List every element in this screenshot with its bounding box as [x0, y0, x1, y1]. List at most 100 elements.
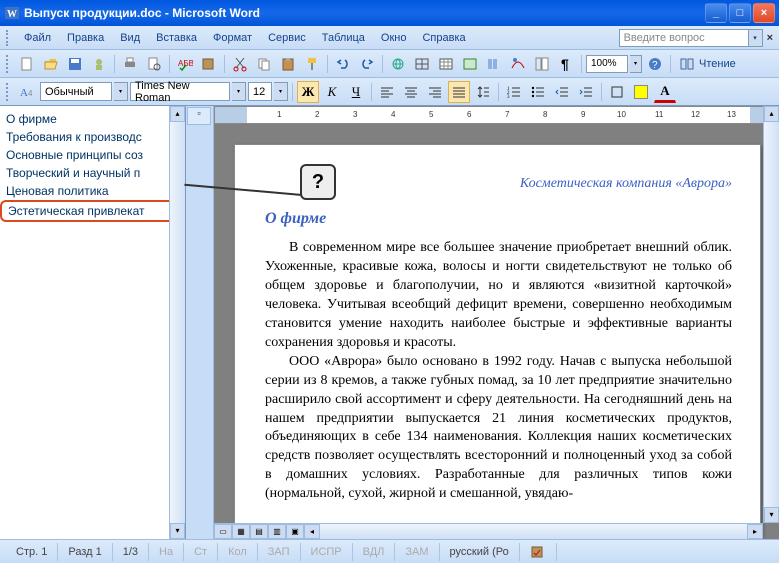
- numbered-list-button[interactable]: 123: [503, 81, 525, 103]
- print-preview-button[interactable]: [143, 53, 165, 75]
- maximize-button[interactable]: □: [729, 3, 751, 23]
- styles-pane-button[interactable]: A4: [16, 81, 38, 103]
- increase-indent-button[interactable]: [575, 81, 597, 103]
- reading-view-button[interactable]: ▣: [286, 524, 304, 539]
- outline-scrollbar[interactable]: ▴ ▾: [169, 106, 185, 539]
- style-dropdown[interactable]: ▾: [114, 82, 128, 101]
- show-nonprint-button[interactable]: ¶: [555, 53, 577, 75]
- align-right-button[interactable]: [424, 81, 446, 103]
- help-search-input[interactable]: Введите вопрос: [619, 29, 749, 47]
- minimize-button[interactable]: _: [705, 3, 727, 23]
- excel-button[interactable]: [459, 53, 481, 75]
- horizontal-ruler[interactable]: 1 2 3 4 5 6 7 8 9 10 11 12 13: [214, 106, 779, 124]
- menu-doc-close-button[interactable]: ×: [767, 32, 773, 44]
- menu-file[interactable]: Файл: [16, 29, 59, 47]
- horizontal-scrollbar[interactable]: ▭ ▦ ▤ ▥ ▣ ◂ ▸: [214, 523, 763, 539]
- line-spacing-button[interactable]: [472, 81, 494, 103]
- doc-map-button[interactable]: [531, 53, 553, 75]
- close-button[interactable]: ×: [753, 3, 775, 23]
- underline-button[interactable]: Ч: [345, 81, 367, 103]
- paste-button[interactable]: [277, 53, 299, 75]
- zoom-input[interactable]: 100%: [586, 55, 628, 73]
- status-ovr[interactable]: ЗАМ: [395, 543, 439, 561]
- menu-service[interactable]: Сервис: [260, 29, 314, 47]
- menu-help[interactable]: Справка: [414, 29, 473, 47]
- italic-button[interactable]: К: [321, 81, 343, 103]
- outline-item[interactable]: Требования к производс: [0, 128, 185, 146]
- document-page[interactable]: Косметическая компания «Аврора» О фирме …: [234, 144, 761, 539]
- status-language[interactable]: русский (Ро: [440, 543, 520, 561]
- status-row[interactable]: Ст: [184, 543, 218, 561]
- align-center-button[interactable]: [400, 81, 422, 103]
- scroll-down-icon[interactable]: ▾: [170, 523, 185, 539]
- decrease-indent-button[interactable]: [551, 81, 573, 103]
- outline-item[interactable]: О фирме: [0, 110, 185, 128]
- scroll-up-icon[interactable]: ▴: [764, 106, 779, 122]
- print-view-button[interactable]: ▤: [250, 524, 268, 539]
- outline-item[interactable]: Творческий и научный п: [0, 164, 185, 182]
- scroll-down-icon[interactable]: ▾: [764, 507, 779, 523]
- font-combo[interactable]: Times New Roman: [130, 82, 230, 101]
- menu-view[interactable]: Вид: [112, 29, 148, 47]
- bold-button[interactable]: Ж: [297, 81, 319, 103]
- drawing-button[interactable]: [507, 53, 529, 75]
- status-col[interactable]: Кол: [218, 543, 258, 561]
- print-button[interactable]: [119, 53, 141, 75]
- highlight-button[interactable]: [630, 81, 652, 103]
- spellcheck-button[interactable]: АБВ: [174, 53, 196, 75]
- menu-insert[interactable]: Вставка: [148, 29, 205, 47]
- status-page[interactable]: Стр. 1: [6, 543, 58, 561]
- research-button[interactable]: [198, 53, 220, 75]
- menu-window[interactable]: Окно: [373, 29, 415, 47]
- align-justify-button[interactable]: [448, 81, 470, 103]
- outline-item[interactable]: Основные принципы соз: [0, 146, 185, 164]
- menubar-grip[interactable]: [6, 30, 10, 46]
- zoom-dropdown[interactable]: ▾: [630, 55, 642, 73]
- vertical-scrollbar[interactable]: ▴ ▾: [763, 106, 779, 523]
- menu-format[interactable]: Формат: [205, 29, 260, 47]
- insert-table-button[interactable]: [435, 53, 457, 75]
- scroll-up-icon[interactable]: ▴: [170, 106, 185, 122]
- status-fix[interactable]: ИСПР: [301, 543, 353, 561]
- status-section[interactable]: Разд 1: [58, 543, 112, 561]
- status-ext[interactable]: ВДЛ: [353, 543, 396, 561]
- help-search-dropdown[interactable]: ▾: [749, 29, 763, 47]
- scroll-left-icon[interactable]: ◂: [304, 524, 320, 539]
- menu-edit[interactable]: Правка: [59, 29, 112, 47]
- align-left-button[interactable]: [376, 81, 398, 103]
- normal-view-button[interactable]: ▭: [214, 524, 232, 539]
- copy-button[interactable]: [253, 53, 275, 75]
- outline-item[interactable]: Ценовая политика: [0, 182, 185, 200]
- undo-button[interactable]: [332, 53, 354, 75]
- fmtbar-grip[interactable]: [6, 83, 10, 101]
- new-doc-button[interactable]: [16, 53, 38, 75]
- open-button[interactable]: [40, 53, 62, 75]
- status-rec[interactable]: ЗАП: [258, 543, 301, 561]
- menu-table[interactable]: Таблица: [314, 29, 373, 47]
- hyperlink-button[interactable]: [387, 53, 409, 75]
- style-combo[interactable]: Обычный: [40, 82, 112, 101]
- size-dropdown[interactable]: ▾: [274, 82, 288, 101]
- cut-button[interactable]: [229, 53, 251, 75]
- tables-borders-button[interactable]: [411, 53, 433, 75]
- ruler-corner[interactable]: ▫: [187, 107, 211, 125]
- status-at[interactable]: На: [149, 543, 184, 561]
- bulleted-list-button[interactable]: [527, 81, 549, 103]
- outline-view-button[interactable]: ▥: [268, 524, 286, 539]
- toolbar-grip[interactable]: [6, 55, 10, 73]
- help-button[interactable]: ?: [644, 53, 666, 75]
- permissions-button[interactable]: [88, 53, 110, 75]
- outline-item-selected[interactable]: Эстетическая привлекат: [0, 200, 185, 222]
- font-dropdown[interactable]: ▾: [232, 82, 246, 101]
- size-combo[interactable]: 12: [248, 82, 272, 101]
- web-view-button[interactable]: ▦: [232, 524, 250, 539]
- redo-button[interactable]: [356, 53, 378, 75]
- columns-button[interactable]: [483, 53, 505, 75]
- save-button[interactable]: [64, 53, 86, 75]
- format-painter-button[interactable]: [301, 53, 323, 75]
- borders-button[interactable]: [606, 81, 628, 103]
- reading-mode-button[interactable]: Чтение: [675, 56, 740, 72]
- scroll-right-icon[interactable]: ▸: [747, 524, 763, 539]
- font-color-button[interactable]: A: [654, 81, 676, 103]
- status-spellcheck-icon[interactable]: [520, 543, 557, 561]
